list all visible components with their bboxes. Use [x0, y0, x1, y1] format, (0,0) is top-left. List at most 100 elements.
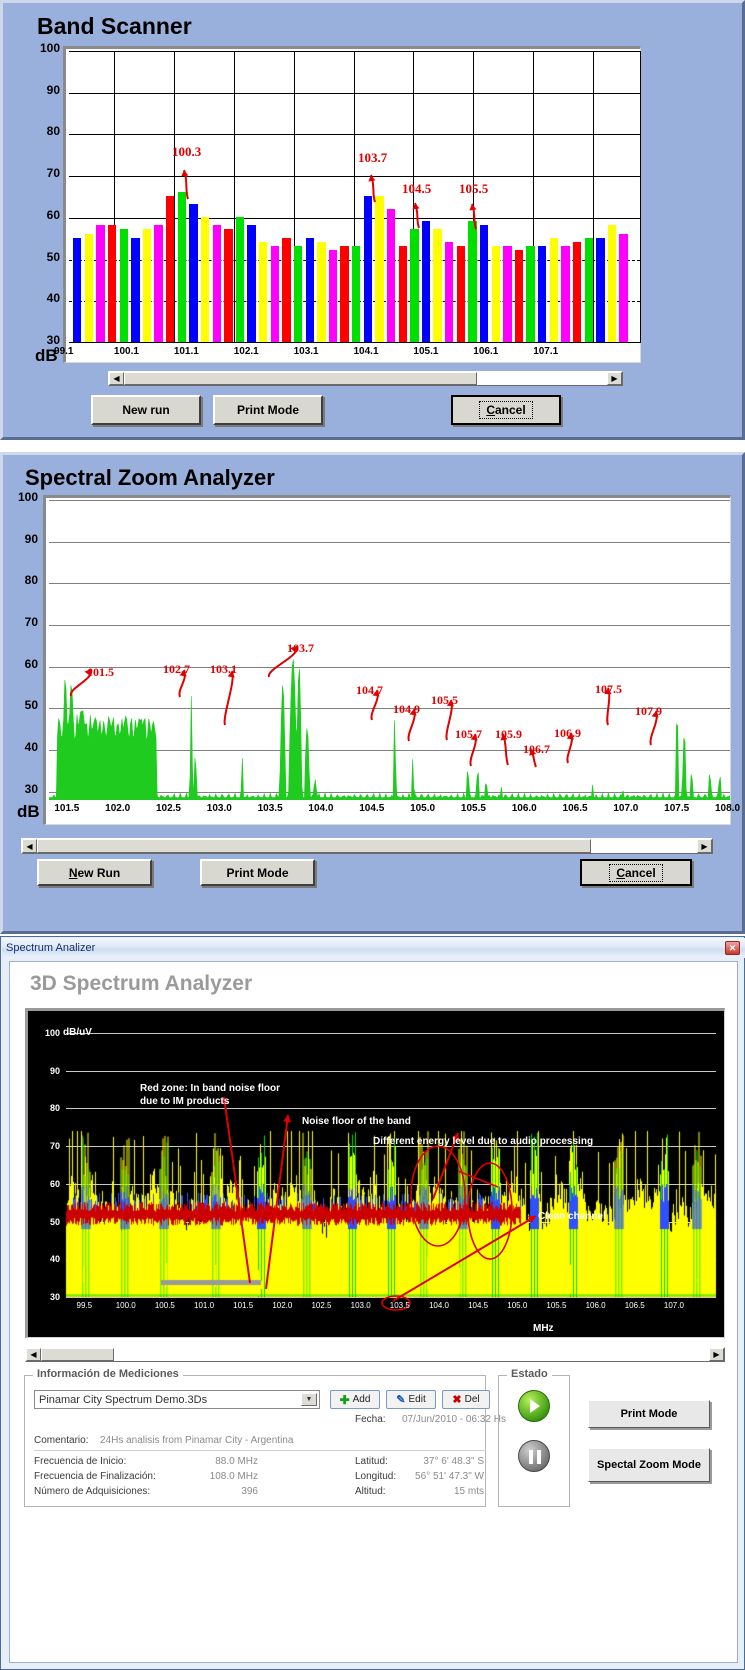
scroll-track[interactable]	[124, 372, 607, 385]
fecha-value: 07/Jun/2010 - 06:32 Hs	[402, 1414, 506, 1425]
band-bar	[73, 237, 82, 342]
spz-y-tick: 30	[24, 781, 38, 796]
spectrum-3d-scrollbar[interactable]: ◀ ▶	[25, 1347, 725, 1362]
scroll-left-icon[interactable]: ◀	[22, 839, 37, 853]
scroll-right-icon[interactable]: ▶	[697, 839, 712, 853]
scroll-right-icon[interactable]: ▶	[709, 1348, 724, 1361]
spz-print-mode-button[interactable]: Print Mode	[200, 859, 315, 886]
band-bar	[352, 246, 361, 342]
band-bar	[235, 216, 245, 342]
band-y-tick: 50	[46, 249, 60, 264]
spectral-zoom-plot	[43, 495, 731, 825]
p3-x-tick: 104.0	[428, 1301, 449, 1310]
pause-icon[interactable]	[518, 1440, 550, 1472]
spz-new-run-label: New Run	[68, 865, 121, 880]
close-icon[interactable]: ✕	[725, 941, 740, 955]
p3-y-tick: 70	[49, 1141, 60, 1152]
p3-x-tick: 102.5	[311, 1301, 332, 1310]
spectrum-analyzer-window: Spectrum Analizer ✕ 3D Spectrum Analyzer…	[0, 936, 745, 1670]
band-peak-annotation: 105.5	[459, 181, 489, 196]
spectal-zoom-mode-button[interactable]: Spectal Zoom Mode	[588, 1448, 710, 1482]
band-bar	[282, 237, 291, 342]
p3-y-tick: 80	[49, 1103, 60, 1114]
band-bar	[328, 250, 338, 342]
band-y-tick: 70	[46, 166, 60, 181]
field-value: 396	[241, 1486, 258, 1497]
del-button[interactable]: ✖ Del	[442, 1390, 490, 1409]
band-x-tick: 106.1	[473, 346, 499, 357]
window-titlebar[interactable]: Spectrum Analizer ✕	[2, 938, 745, 958]
scroll-left-icon[interactable]: ◀	[26, 1348, 41, 1361]
del-label: Del	[464, 1394, 480, 1405]
comentario-value: 24Hs analisis from Pinamar City - Argent…	[100, 1435, 294, 1446]
band-y-tick: 40	[46, 291, 60, 306]
pencil-icon: ✎	[396, 1394, 406, 1406]
band-bar	[538, 246, 547, 342]
spz-cancel-button[interactable]: Cancel	[580, 859, 692, 886]
scroll-thumb[interactable]	[124, 372, 477, 385]
band-cancel-button[interactable]: Cancel	[451, 395, 561, 425]
estado-label: Estado	[507, 1368, 552, 1380]
spz-peak-annotation: 105.7	[455, 727, 482, 741]
comentario-label: Comentario:	[34, 1435, 89, 1446]
spectral-zoom-y-unit: dB	[17, 802, 40, 821]
spz-x-tick: 105.0	[410, 803, 436, 814]
p3-x-tick: 103.5	[389, 1301, 410, 1310]
band-bar	[514, 250, 524, 342]
field-label: Número de Adquisiciones:	[34, 1486, 151, 1497]
band-bar	[503, 246, 512, 342]
band-y-tick: 80	[46, 124, 60, 139]
band-print-mode-button[interactable]: Print Mode	[213, 395, 323, 425]
spz-new-run-button[interactable]: New Run	[37, 859, 152, 886]
print-mode-button-3d[interactable]: Print Mode	[588, 1400, 710, 1428]
band-y-tick: 100	[39, 41, 60, 55]
band-bar	[584, 237, 593, 342]
band-y-tick: 30	[46, 333, 60, 347]
scroll-left-icon[interactable]: ◀	[109, 372, 124, 385]
fecha-label: Fecha:	[355, 1414, 386, 1425]
spectrum-3d-note: Noise floor of the band	[302, 1116, 411, 1127]
scroll-track[interactable]	[41, 1348, 709, 1361]
band-x-tick: 101.1	[173, 346, 199, 357]
band-bar	[561, 246, 570, 342]
scroll-track[interactable]	[37, 839, 697, 853]
measurement-file-combo[interactable]: Pinamar City Spectrum Demo.3Ds ▼	[34, 1390, 320, 1409]
play-icon[interactable]	[518, 1390, 550, 1422]
band-scanner-scrollbar[interactable]: ◀ ▶	[108, 371, 623, 386]
band-bar	[619, 233, 628, 342]
band-new-run-button[interactable]: New run	[91, 395, 201, 425]
spectral-zoom-scrollbar[interactable]: ◀ ▶	[21, 838, 713, 854]
spectrum-3d-note: Different energy level due to audio proc…	[373, 1136, 594, 1147]
chevron-down-icon[interactable]: ▼	[301, 1393, 317, 1406]
band-scanner-plot	[63, 46, 641, 363]
spz-y-tick: 100	[17, 490, 38, 504]
band-bar	[363, 196, 373, 342]
print-mode-label-3d: Print Mode	[620, 1407, 678, 1420]
p3-x-tick: 106.0	[585, 1301, 606, 1310]
band-x-tick: 103.1	[293, 346, 319, 357]
field-value: 15 mts	[453, 1486, 484, 1497]
edit-button[interactable]: ✎ Edit	[386, 1390, 436, 1409]
band-bar	[142, 229, 152, 342]
spz-x-tick: 108.0	[715, 803, 741, 814]
spectrum-3d-x-unit: MHz	[533, 1323, 554, 1334]
p3-y-tick: 60	[49, 1178, 60, 1189]
band-peak-annotation: 104.5	[402, 181, 432, 196]
window-title-text: Spectrum Analizer	[6, 942, 96, 954]
band-bar	[119, 229, 128, 342]
spz-y-tick: 70	[24, 615, 38, 629]
band-bar	[572, 241, 582, 342]
band-bar	[340, 246, 349, 342]
scroll-thumb[interactable]	[41, 1348, 115, 1361]
band-y-tick: 90	[46, 82, 60, 97]
add-button[interactable]: ✚ Add	[330, 1390, 380, 1409]
spz-x-tick: 102.5	[155, 803, 181, 814]
spz-peak-annotation: 106.9	[554, 726, 581, 740]
scroll-thumb[interactable]	[37, 839, 592, 853]
spz-peak-annotation: 107.9	[635, 704, 662, 718]
spz-x-tick: 103.5	[257, 803, 283, 814]
band-bar	[468, 221, 477, 342]
band-bar	[375, 196, 384, 342]
scroll-right-icon[interactable]: ▶	[607, 372, 622, 385]
p3-y-tick: 90	[49, 1065, 60, 1076]
